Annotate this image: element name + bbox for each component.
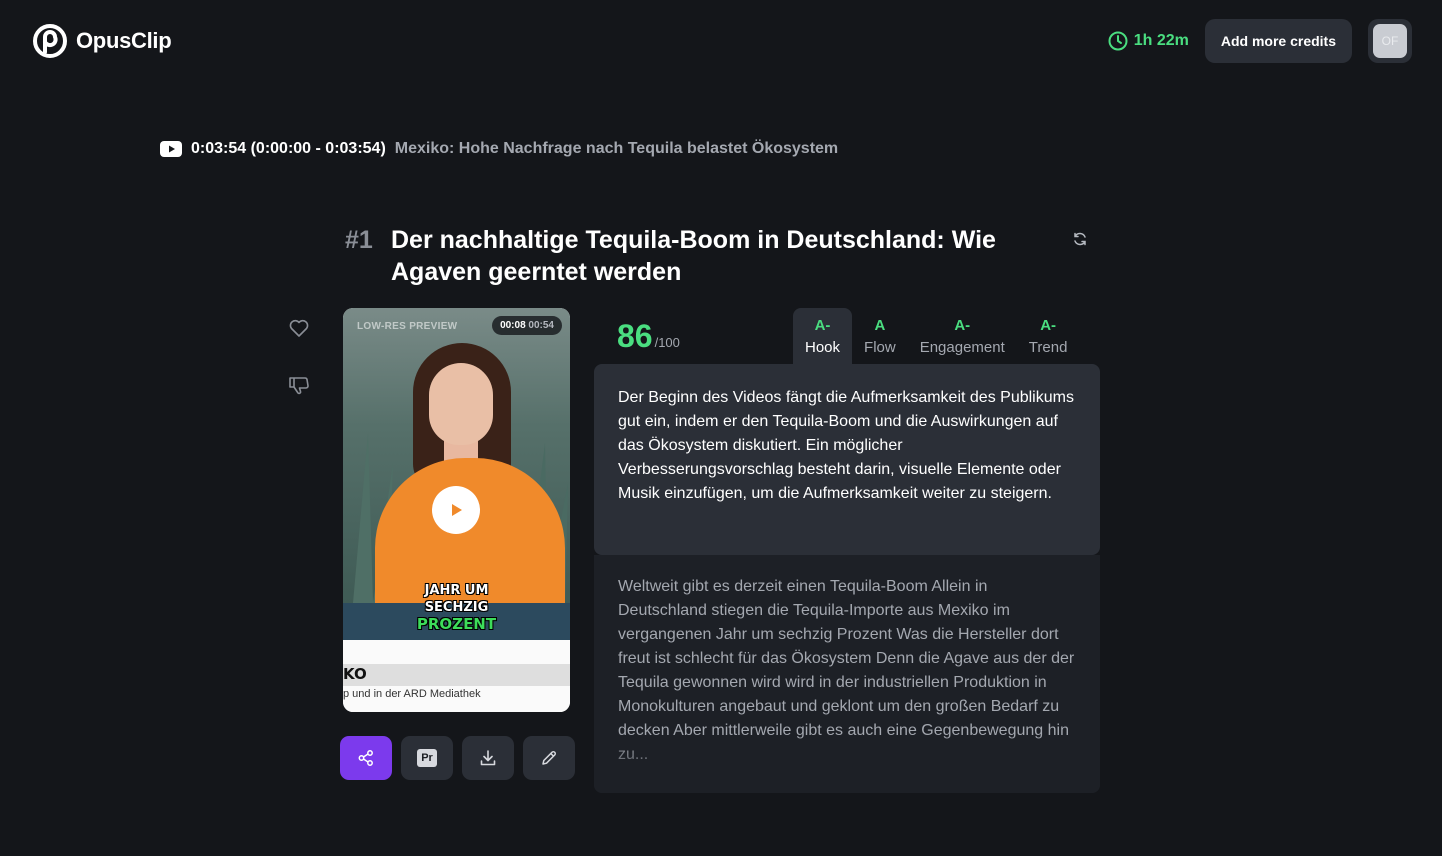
clip-title[interactable]: Der nachhaltige Tequila-Boom in Deutschl… (391, 224, 1051, 288)
edit-button[interactable] (523, 736, 575, 780)
transcript-panel[interactable]: Weltweit gibt es derzeit einen Tequila-B… (594, 555, 1100, 793)
thumbs-down-icon[interactable] (287, 373, 311, 397)
analysis-text: Der Beginn des Videos fängt die Aufmerks… (594, 364, 1100, 555)
premiere-pro-icon: Pr (417, 749, 437, 767)
heart-icon[interactable] (287, 316, 311, 340)
time-remaining: 1h 22m (1108, 31, 1189, 51)
virality-score: 86 /100 (617, 318, 680, 355)
score-max: /100 (654, 335, 680, 350)
caption-line-1: JAHR UM (424, 583, 489, 598)
source-time: 0:03:54 (0:00:00 - 0:03:54) (191, 140, 386, 157)
logo[interactable]: OpusClip (33, 24, 172, 58)
clip-header: #1 Der nachhaltige Tequila-Boom in Deuts… (345, 224, 1095, 288)
tab-hook[interactable]: A- Hook (793, 308, 853, 364)
clock-icon (1108, 31, 1128, 51)
avatar-button[interactable]: OF (1368, 19, 1412, 63)
add-credits-button[interactable]: Add more credits (1204, 19, 1352, 63)
score-tabs: A- Hook A Flow A- Engagement A- Trend (793, 308, 1079, 364)
time-badge: 00:08 00:54 (492, 316, 562, 335)
edit-pencil-icon (542, 751, 556, 765)
youtube-icon (160, 141, 182, 157)
caption-line-3: PROZENT (416, 615, 497, 633)
logo-text: OpusClip (76, 28, 172, 53)
tab-flow[interactable]: A Flow (852, 308, 908, 364)
tab-label: Trend (1028, 338, 1068, 356)
tab-engagement[interactable]: A- Engagement (908, 308, 1017, 364)
download-icon (480, 750, 496, 766)
refresh-icon[interactable] (1072, 231, 1088, 247)
tab-grade: A- (954, 316, 971, 334)
time-remaining-value: 1h 22m (1133, 32, 1189, 49)
ticker-band (343, 664, 570, 686)
tab-grade: A (874, 316, 886, 334)
share-icon (358, 750, 373, 766)
tab-grade: A- (1040, 316, 1057, 334)
transcript-fade (594, 733, 1100, 793)
current-time: 00:08 (500, 320, 526, 331)
tab-label: Flow (864, 338, 896, 356)
tab-grade: A- (814, 316, 831, 334)
preview-label: LOW-RES PREVIEW (357, 321, 458, 332)
caption-line-2: SECHZIG (424, 600, 489, 615)
play-button[interactable] (432, 486, 480, 534)
video-scene (343, 308, 570, 608)
clip-rank: #1 (345, 226, 373, 254)
source-video: 0:03:54 (0:00:00 - 0:03:54) Mexiko: Hohe… (160, 140, 838, 158)
opusclip-logo-icon (33, 24, 67, 58)
total-time: 00:54 (528, 320, 554, 331)
tab-label: Engagement (919, 338, 1005, 356)
ticker-subtext: p und in der ARD Mediathek (343, 688, 481, 700)
play-icon (452, 504, 462, 516)
score-value: 86 (617, 318, 653, 354)
header-actions: 1h 22m Add more credits OF (1108, 19, 1412, 63)
tab-label: Hook (805, 338, 841, 356)
tab-trend[interactable]: A- Trend (1017, 308, 1080, 364)
video-preview[interactable]: KO p und in der ARD Mediathek LOW-RES PR… (343, 308, 570, 712)
presenter-face (429, 363, 493, 445)
share-button[interactable] (340, 736, 392, 780)
source-title: Mexiko: Hohe Nachfrage nach Tequila bela… (394, 140, 839, 157)
ticker-text: KO (343, 665, 367, 683)
download-button[interactable] (462, 736, 514, 780)
avatar: OF (1373, 24, 1407, 58)
premiere-pro-export-button[interactable]: Pr (401, 736, 453, 780)
clip-actions: Pr (340, 736, 575, 780)
